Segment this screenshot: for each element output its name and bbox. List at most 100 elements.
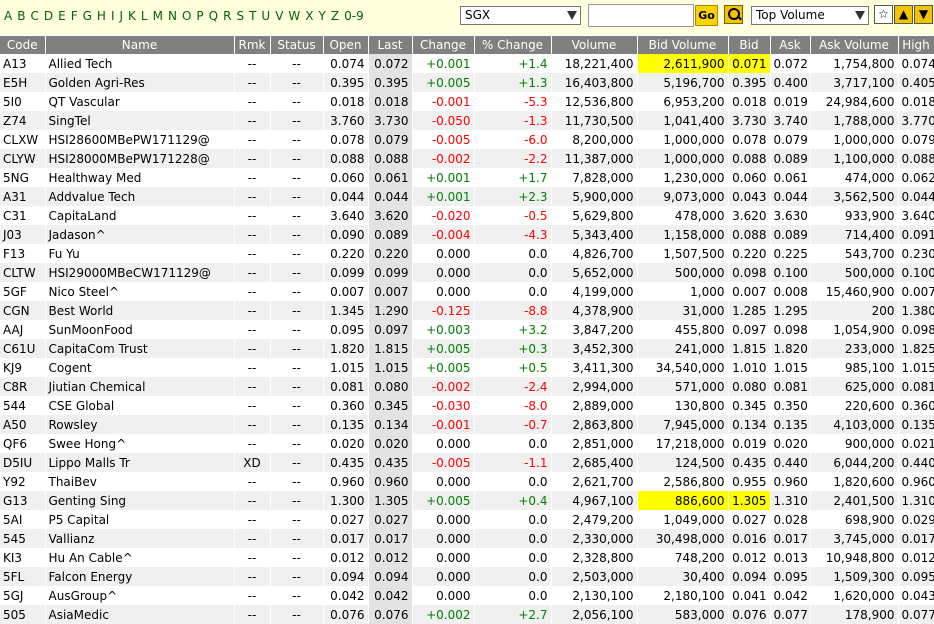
name-cell[interactable]: Allied Tech <box>45 54 235 73</box>
table-row[interactable]: 5NG Healthway Med -- -- 0.060 0.061 +0.001 +1.7… <box>0 168 934 187</box>
table-row[interactable]: 5FL Falcon Energy -- -- 0.094 0.094 0.000 0.0 2,… <box>0 567 934 586</box>
column-header-status[interactable]: Status <box>270 36 324 54</box>
table-row[interactable]: CLTW HSI29000MBeCW171129@ -- -- 0.099 0.099 0.… <box>0 263 934 282</box>
letter-filter-q[interactable]: Q <box>209 9 218 23</box>
column-header-volume[interactable]: Volume <box>551 36 638 54</box>
column-header-open[interactable]: Open <box>323 36 369 54</box>
letter-filter-t[interactable]: T <box>249 9 256 23</box>
name-cell[interactable]: HSI28600MBePW171129@ <box>45 130 235 149</box>
column-header-code[interactable]: Code <box>0 36 46 54</box>
table-row[interactable]: C8R Jiutian Chemical -- -- 0.081 0.080 -0.002-… <box>0 377 934 396</box>
column-header-bid[interactable]: Bid <box>728 36 771 54</box>
sort-select[interactable]: Top Volume <box>751 6 869 25</box>
letter-filter-h[interactable]: H <box>97 9 106 23</box>
column-header-last[interactable]: Last <box>368 36 413 54</box>
letter-filter-v[interactable]: V <box>275 9 283 23</box>
code-cell[interactable]: J03 <box>0 225 46 244</box>
code-cell[interactable]: CGN <box>0 301 46 320</box>
code-cell[interactable]: C61U <box>0 339 46 358</box>
name-cell[interactable]: Swee Hong^ <box>45 434 235 453</box>
column-header--change[interactable]: % Change <box>474 36 552 54</box>
favorites-star-icon[interactable]: ☆ <box>874 5 893 24</box>
letter-filter-d[interactable]: D <box>44 9 53 23</box>
letter-filter-m[interactable]: M <box>153 9 163 23</box>
name-cell[interactable]: Fu Yu <box>45 244 235 263</box>
letter-filter-u[interactable]: U <box>261 9 270 23</box>
code-cell[interactable]: A13 <box>0 54 46 73</box>
column-header-high[interactable]: High <box>898 36 934 54</box>
name-cell[interactable]: HSI28000MBePW171228@ <box>45 149 235 168</box>
letter-filter-r[interactable]: R <box>223 9 231 23</box>
name-cell[interactable]: Addvalue Tech <box>45 187 235 206</box>
table-row[interactable]: KI3 Hu An Cable^ -- -- 0.012 0.012 0.000 0.0 2,3… <box>0 548 934 567</box>
column-header-ask-volume[interactable]: Ask Volume <box>810 36 899 54</box>
letter-filter-k[interactable]: K <box>128 9 136 23</box>
letter-filter-s[interactable]: S <box>236 9 244 23</box>
name-cell[interactable]: ThaiBev <box>45 472 235 491</box>
table-row[interactable]: A13 Allied Tech -- -- 0.074 0.072 +0.001 +1.4 18… <box>0 54 934 73</box>
letter-filter-w[interactable]: W <box>288 9 300 23</box>
code-cell[interactable]: D5IU <box>0 453 46 472</box>
table-row[interactable]: 5I0 QT Vascular -- -- 0.018 0.018 -0.001 -5.3 12… <box>0 92 934 111</box>
table-row[interactable]: CLYW HSI28000MBePW171228@ -- -- 0.088 0.088 -0… <box>0 149 934 168</box>
column-header-change[interactable]: Change <box>412 36 475 54</box>
name-cell[interactable]: SunMoonFood <box>45 320 235 339</box>
price-up-icon[interactable]: ▲ <box>894 5 913 24</box>
name-cell[interactable]: HSI29000MBeCW171129@ <box>45 263 235 282</box>
table-row[interactable]: Z74 SingTel -- -- 3.760 3.730 -0.050 -1.3 11,730… <box>0 111 934 130</box>
search-icon[interactable] <box>724 5 743 24</box>
code-cell[interactable]: KI3 <box>0 548 46 567</box>
code-cell[interactable]: E5H <box>0 73 46 92</box>
table-row[interactable]: F13 Fu Yu -- -- 0.220 0.220 0.000 0.0 4,826,700 1… <box>0 244 934 263</box>
table-row[interactable]: CGN Best World -- -- 1.345 1.290 -0.125 -8.8 4,3… <box>0 301 934 320</box>
exchange-select[interactable]: SGX <box>460 6 581 25</box>
code-cell[interactable]: Y92 <box>0 472 46 491</box>
name-cell[interactable]: Falcon Energy <box>45 567 235 586</box>
code-cell[interactable]: 545 <box>0 529 46 548</box>
code-cell[interactable]: 505 <box>0 605 46 624</box>
table-row[interactable]: 545 Vallianz -- -- 0.017 0.017 0.000 0.0 2,330,0… <box>0 529 934 548</box>
letter-filter-b[interactable]: B <box>17 9 25 23</box>
table-row[interactable]: QF6 Swee Hong^ -- -- 0.020 0.020 0.000 0.0 2,851… <box>0 434 934 453</box>
code-cell[interactable]: AAJ <box>0 320 46 339</box>
name-cell[interactable]: Best World <box>45 301 235 320</box>
letter-filter-0-9[interactable]: 0-9 <box>344 9 364 23</box>
letter-filter-e[interactable]: E <box>58 9 66 23</box>
name-cell[interactable]: QT Vascular <box>45 92 235 111</box>
table-row[interactable]: Y92 ThaiBev -- -- 0.960 0.960 0.000 0.0 2,621,70… <box>0 472 934 491</box>
code-cell[interactable]: F13 <box>0 244 46 263</box>
table-row[interactable]: 505 AsiaMedic -- -- 0.076 0.076 +0.002 +2.7 2,05… <box>0 605 934 624</box>
table-row[interactable]: 5GJ AusGroup^ -- -- 0.042 0.042 0.000 0.0 2,130,… <box>0 586 934 605</box>
table-row[interactable]: 5GF Nico Steel^ -- -- 0.007 0.007 0.000 0.0 4,19… <box>0 282 934 301</box>
name-cell[interactable]: Genting Sing <box>45 491 235 510</box>
name-cell[interactable]: AsiaMedic <box>45 605 235 624</box>
name-cell[interactable]: Cogent <box>45 358 235 377</box>
price-down-icon[interactable]: ▼ <box>914 5 933 24</box>
name-cell[interactable]: Nico Steel^ <box>45 282 235 301</box>
table-row[interactable]: A50 Rowsley -- -- 0.135 0.134 -0.001 -0.7 2,863,… <box>0 415 934 434</box>
name-cell[interactable]: AusGroup^ <box>45 586 235 605</box>
name-cell[interactable]: P5 Capital <box>45 510 235 529</box>
name-cell[interactable]: SingTel <box>45 111 235 130</box>
code-cell[interactable]: C8R <box>0 377 46 396</box>
code-cell[interactable]: G13 <box>0 491 46 510</box>
table-row[interactable]: AAJ SunMoonFood -- -- 0.095 0.097 +0.003 +3.2 3,… <box>0 320 934 339</box>
go-button[interactable]: Go <box>695 5 718 26</box>
letter-filter-a[interactable]: A <box>4 9 12 23</box>
letter-filter-o[interactable]: O <box>182 9 191 23</box>
name-cell[interactable]: Lippo Malls Tr <box>45 453 235 472</box>
code-cell[interactable]: 5GJ <box>0 586 46 605</box>
code-cell[interactable]: QF6 <box>0 434 46 453</box>
table-row[interactable]: G13 Genting Sing -- -- 1.300 1.305 +0.005 +0.4 4… <box>0 491 934 510</box>
code-cell[interactable]: KJ9 <box>0 358 46 377</box>
letter-filter-p[interactable]: P <box>196 9 203 23</box>
code-cell[interactable]: 5I0 <box>0 92 46 111</box>
table-row[interactable]: A31 Addvalue Tech -- -- 0.044 0.044 +0.001 +2.3… <box>0 187 934 206</box>
code-cell[interactable]: Z74 <box>0 111 46 130</box>
code-cell[interactable]: 5NG <box>0 168 46 187</box>
table-row[interactable]: 5AI P5 Capital -- -- 0.027 0.027 0.000 0.0 2,479… <box>0 510 934 529</box>
letter-filter-f[interactable]: F <box>71 9 78 23</box>
name-cell[interactable]: CapitaLand <box>45 206 235 225</box>
letter-filter-i[interactable]: I <box>111 9 115 23</box>
name-cell[interactable]: Healthway Med <box>45 168 235 187</box>
